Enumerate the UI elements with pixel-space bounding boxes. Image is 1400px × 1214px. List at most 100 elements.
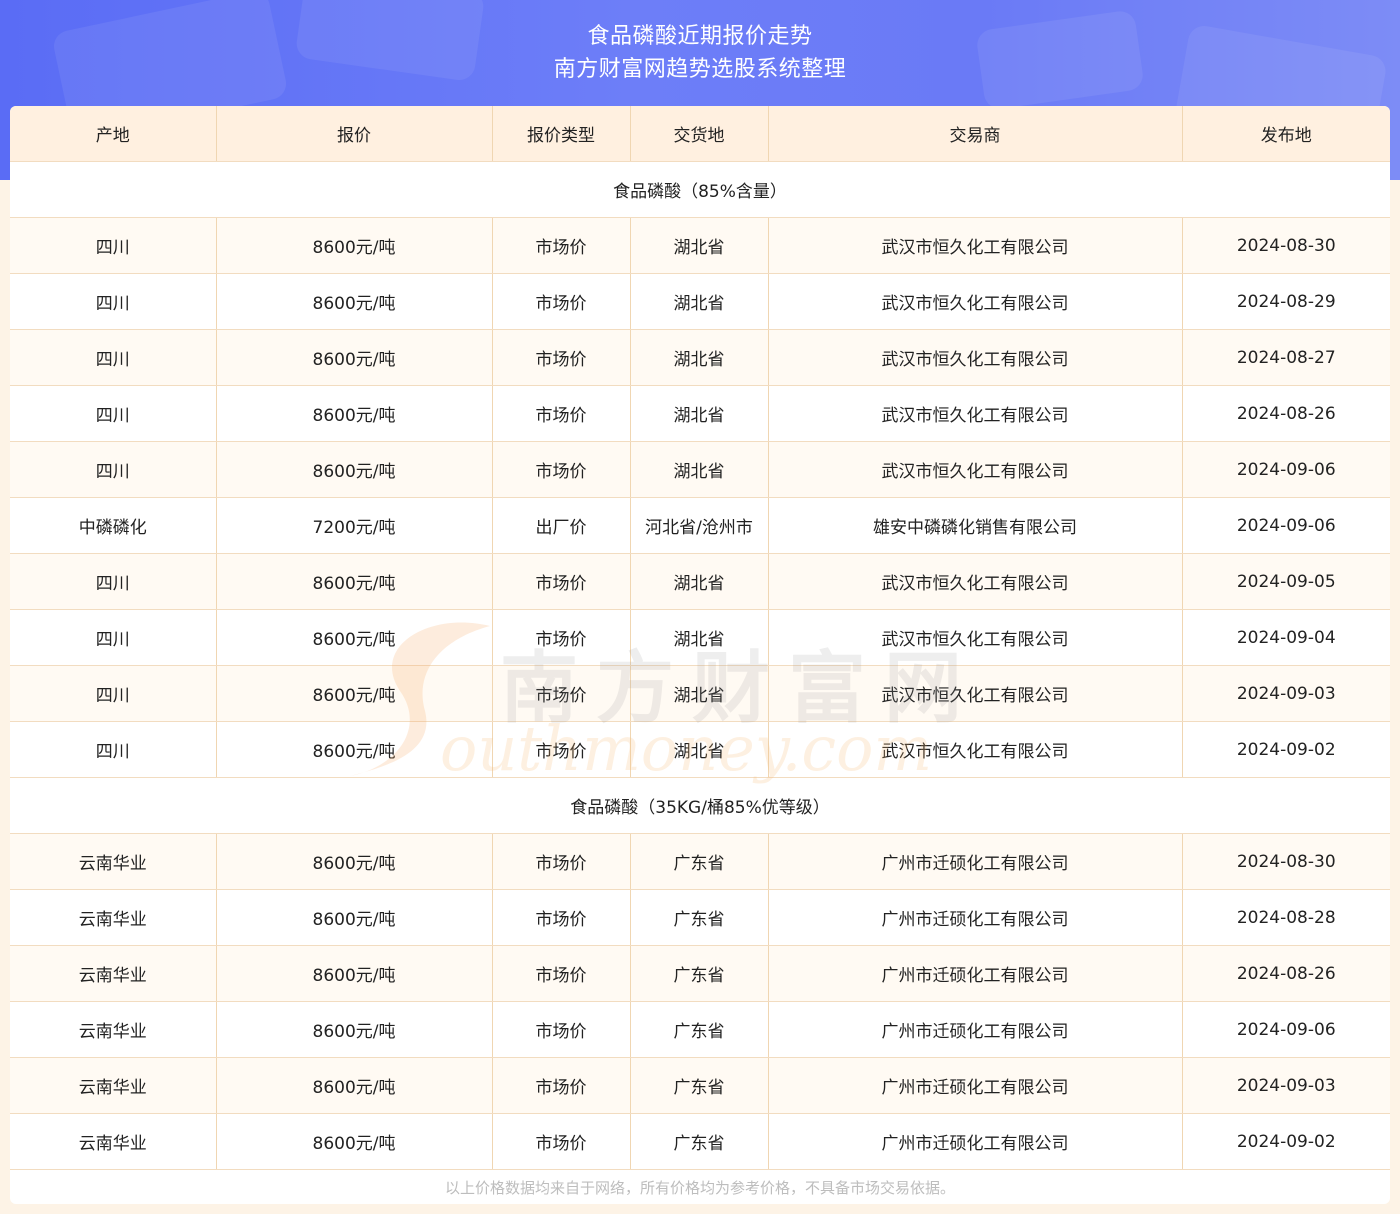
- table-row: 四川 8600元/吨 市场价 湖北省 武汉市恒久化工有限公司 2024-08-29: [10, 273, 1390, 330]
- column-header: 报价: [216, 106, 493, 162]
- cell-date: 2024-09-06: [1182, 441, 1390, 498]
- table-row: 四川 8600元/吨 市场价 湖北省 武汉市恒久化工有限公司 2024-08-27: [10, 329, 1390, 386]
- table-row: 云南华业 8600元/吨 市场价 广东省 广州市迁硕化工有限公司 2024-09-02: [10, 1113, 1390, 1170]
- cell-trader: 武汉市恒久化工有限公司: [768, 553, 1183, 610]
- cell-delivery: 湖北省: [630, 385, 769, 442]
- cell-price-type: 出厂价: [492, 497, 631, 554]
- cell-price-type: 市场价: [492, 553, 631, 610]
- table-row: 云南华业 8600元/吨 市场价 广东省 广州市迁硕化工有限公司 2024-08-28: [10, 889, 1390, 946]
- table-row: 四川 8600元/吨 市场价 湖北省 武汉市恒久化工有限公司 2024-09-03: [10, 665, 1390, 722]
- cell-origin: 四川: [10, 665, 217, 722]
- cell-delivery: 广东省: [630, 1113, 769, 1170]
- cell-date: 2024-09-03: [1182, 1057, 1390, 1114]
- cell-delivery: 河北省/沧州市: [630, 497, 769, 554]
- table-row: 四川 8600元/吨 市场价 湖北省 武汉市恒久化工有限公司 2024-09-04: [10, 609, 1390, 666]
- cell-price: 8600元/吨: [216, 385, 493, 442]
- cell-price-type: 市场价: [492, 609, 631, 666]
- cell-trader: 广州市迁硕化工有限公司: [768, 1057, 1183, 1114]
- cell-delivery: 湖北省: [630, 329, 769, 386]
- cell-price-type: 市场价: [492, 833, 631, 890]
- cell-delivery: 广东省: [630, 1057, 769, 1114]
- cell-trader: 广州市迁硕化工有限公司: [768, 945, 1183, 1002]
- cell-delivery: 湖北省: [630, 217, 769, 274]
- cell-price: 8600元/吨: [216, 889, 493, 946]
- cell-trader: 广州市迁硕化工有限公司: [768, 833, 1183, 890]
- table-row: 云南华业 8600元/吨 市场价 广东省 广州市迁硕化工有限公司 2024-08-30: [10, 833, 1390, 890]
- cell-date: 2024-09-02: [1182, 721, 1390, 778]
- cell-date: 2024-08-29: [1182, 273, 1390, 330]
- cell-origin: 中磷磷化: [10, 497, 217, 554]
- page-title: 食品磷酸近期报价走势: [587, 24, 813, 49]
- cell-date: 2024-08-26: [1182, 385, 1390, 442]
- cell-trader: 广州市迁硕化工有限公司: [768, 889, 1183, 946]
- table-row: 云南华业 8600元/吨 市场价 广东省 广州市迁硕化工有限公司 2024-09-03: [10, 1057, 1390, 1114]
- table-row: 四川 8600元/吨 市场价 湖北省 武汉市恒久化工有限公司 2024-09-05: [10, 553, 1390, 610]
- column-header: 交易商: [768, 106, 1183, 162]
- cell-delivery: 广东省: [630, 945, 769, 1002]
- group-header-row: 食品磷酸（85%含量）: [10, 161, 1390, 218]
- price-table-card: 产地 报价 报价类型 交货地 交易商 发布地 食品磷酸（85%含量） 四川 8600元/吨 市场…: [10, 106, 1390, 1204]
- cell-price-type: 市场价: [492, 1001, 631, 1058]
- column-header: 报价类型: [492, 106, 631, 162]
- table-row: 云南华业 8600元/吨 市场价 广东省 广州市迁硕化工有限公司 2024-09-06: [10, 1001, 1390, 1058]
- cell-origin: 四川: [10, 441, 217, 498]
- cell-date: 2024-08-26: [1182, 945, 1390, 1002]
- page-title-block: 食品磷酸近期报价走势 南方财富网趋势选股系统整理: [0, 20, 1400, 86]
- cell-price-type: 市场价: [492, 889, 631, 946]
- cell-date: 2024-08-30: [1182, 217, 1390, 274]
- disclaimer-note: 以上价格数据均来自于网络，所有价格均为参考价格，不具备市场交易依据。: [444, 1179, 955, 1197]
- cell-delivery: 湖北省: [630, 609, 769, 666]
- cell-origin: 四川: [10, 329, 217, 386]
- table-header-row: 产地 报价 报价类型 交货地 交易商 发布地: [10, 106, 1390, 162]
- price-table: 产地 报价 报价类型 交货地 交易商 发布地 食品磷酸（85%含量） 四川 8600元/吨 市场…: [10, 106, 1390, 1170]
- cell-origin: 云南华业: [10, 833, 217, 890]
- cell-origin: 云南华业: [10, 945, 217, 1002]
- cell-date: 2024-09-02: [1182, 1113, 1390, 1170]
- cell-price-type: 市场价: [492, 665, 631, 722]
- cell-trader: 武汉市恒久化工有限公司: [768, 329, 1183, 386]
- cell-trader: 武汉市恒久化工有限公司: [768, 441, 1183, 498]
- cell-date: 2024-09-04: [1182, 609, 1390, 666]
- cell-trader: 武汉市恒久化工有限公司: [768, 721, 1183, 778]
- cell-price-type: 市场价: [492, 329, 631, 386]
- cell-date: 2024-09-03: [1182, 665, 1390, 722]
- cell-price: 7200元/吨: [216, 497, 493, 554]
- cell-price: 8600元/吨: [216, 721, 493, 778]
- cell-price: 8600元/吨: [216, 665, 493, 722]
- page-subtitle: 南方财富网趋势选股系统整理: [553, 57, 847, 82]
- cell-delivery: 广东省: [630, 889, 769, 946]
- cell-trader: 武汉市恒久化工有限公司: [768, 385, 1183, 442]
- cell-price: 8600元/吨: [216, 1113, 493, 1170]
- cell-price: 8600元/吨: [216, 441, 493, 498]
- cell-price-type: 市场价: [492, 273, 631, 330]
- cell-price: 8600元/吨: [216, 609, 493, 666]
- cell-origin: 四川: [10, 273, 217, 330]
- cell-origin: 四川: [10, 217, 217, 274]
- cell-origin: 云南华业: [10, 1113, 217, 1170]
- cell-date: 2024-08-28: [1182, 889, 1390, 946]
- cell-origin: 四川: [10, 609, 217, 666]
- cell-date: 2024-08-27: [1182, 329, 1390, 386]
- cell-price-type: 市场价: [492, 385, 631, 442]
- table-row: 四川 8600元/吨 市场价 湖北省 武汉市恒久化工有限公司 2024-08-26: [10, 385, 1390, 442]
- cell-trader: 武汉市恒久化工有限公司: [768, 609, 1183, 666]
- cell-delivery: 广东省: [630, 1001, 769, 1058]
- cell-price: 8600元/吨: [216, 833, 493, 890]
- cell-price-type: 市场价: [492, 945, 631, 1002]
- cell-date: 2024-09-06: [1182, 1001, 1390, 1058]
- group-title: 食品磷酸（35KG/桶85%优等级）: [10, 777, 1390, 834]
- cell-origin: 四川: [10, 385, 217, 442]
- cell-price: 8600元/吨: [216, 1057, 493, 1114]
- table-row: 中磷磷化 7200元/吨 出厂价 河北省/沧州市 雄安中磷磷化销售有限公司 2024-09…: [10, 497, 1390, 554]
- cell-price-type: 市场价: [492, 721, 631, 778]
- cell-origin: 云南华业: [10, 889, 217, 946]
- cell-date: 2024-08-30: [1182, 833, 1390, 890]
- cell-price-type: 市场价: [492, 1113, 631, 1170]
- cell-delivery: 湖北省: [630, 665, 769, 722]
- cell-trader: 武汉市恒久化工有限公司: [768, 217, 1183, 274]
- cell-price: 8600元/吨: [216, 273, 493, 330]
- table-row: 四川 8600元/吨 市场价 湖北省 武汉市恒久化工有限公司 2024-08-30: [10, 217, 1390, 274]
- cell-delivery: 湖北省: [630, 273, 769, 330]
- cell-delivery: 湖北省: [630, 441, 769, 498]
- cell-origin: 云南华业: [10, 1057, 217, 1114]
